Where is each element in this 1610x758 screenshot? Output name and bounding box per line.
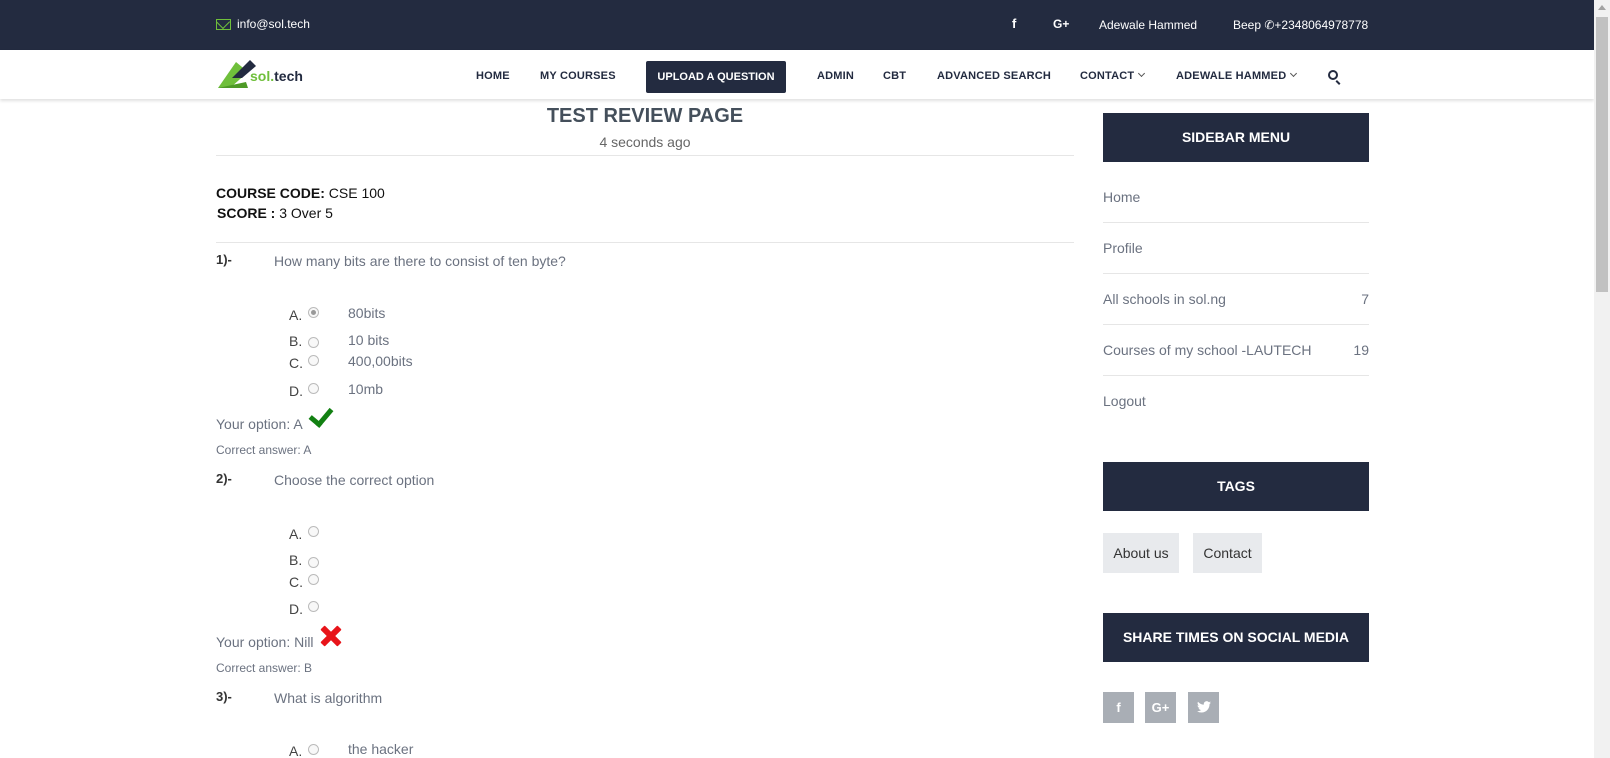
- course-code: COURSE CODE: CSE 100: [216, 185, 385, 201]
- nav-my-courses[interactable]: MY COURSES: [540, 70, 616, 82]
- page-title: TEST REVIEW PAGE: [546, 105, 744, 127]
- nav-admin[interactable]: ADMIN: [817, 70, 854, 82]
- question-number: 1)-: [216, 252, 232, 267]
- brand-name[interactable]: sol.tech: [250, 68, 303, 84]
- scroll-thumb[interactable]: [1596, 17, 1608, 292]
- question-text: Choose the correct option: [274, 472, 435, 488]
- nav-advanced-search[interactable]: ADVANCED SEARCH: [937, 70, 1051, 82]
- nav-home[interactable]: HOME: [476, 70, 510, 82]
- option-text: 80bits: [348, 305, 386, 321]
- scrollbar[interactable]: [1594, 0, 1610, 758]
- option-letter: A.: [289, 307, 303, 323]
- scroll-up-arrow-icon[interactable]: [1598, 5, 1606, 10]
- brand-suffix: tech: [274, 68, 303, 84]
- option-radio[interactable]: [308, 307, 319, 318]
- option-letter: D.: [289, 601, 303, 617]
- sidebar-item-my-school-courses[interactable]: Courses of my school -LAUTECH 19: [1103, 325, 1369, 376]
- correct-answer: Correct answer: B: [216, 661, 313, 675]
- cross-icon: [319, 624, 343, 648]
- course-code-value: CSE 100: [324, 185, 385, 201]
- upload-question-button[interactable]: UPLOAD A QUESTION: [646, 61, 786, 93]
- course-code-label: COURSE CODE:: [216, 185, 325, 201]
- checkmark-icon: [308, 402, 334, 428]
- sidebar-item-home[interactable]: Home: [1103, 172, 1369, 223]
- your-option: Your option: A: [216, 416, 303, 432]
- option-letter: A.: [289, 526, 303, 542]
- sidebar-item-label: Courses of my school -LAUTECH: [1103, 342, 1312, 358]
- sidebar-item-label: Logout: [1103, 393, 1146, 409]
- sidebar-item-label: Profile: [1103, 240, 1143, 256]
- correct-answer: Correct answer: A: [216, 443, 312, 457]
- sidebar-item-label: All schools in sol.ng: [1103, 291, 1226, 307]
- question-text: What is algorithm: [274, 690, 383, 706]
- count-badge: 19: [1353, 342, 1369, 358]
- topbar-phone: Beep ✆+2348064978778: [1233, 18, 1369, 32]
- question-number: 3)-: [216, 689, 232, 704]
- google-plus-icon[interactable]: G+: [1053, 17, 1069, 31]
- sidebar-item-profile[interactable]: Profile: [1103, 223, 1369, 274]
- option-text: the hacker: [348, 741, 414, 757]
- sidebar-item-label: Home: [1103, 189, 1141, 205]
- option-letter: C.: [289, 355, 303, 371]
- twitter-icon[interactable]: [1188, 692, 1219, 723]
- option-letter: D.: [289, 383, 303, 399]
- search-icon[interactable]: [1328, 70, 1338, 80]
- tag-contact[interactable]: Contact: [1193, 533, 1262, 573]
- option-text: 10mb: [348, 381, 384, 397]
- brand-prefix: sol.: [250, 68, 275, 84]
- tags-heading: TAGS: [1103, 462, 1369, 511]
- option-radio[interactable]: [308, 526, 319, 537]
- option-radio[interactable]: [308, 337, 319, 348]
- sidebar-item-all-schools[interactable]: All schools in sol.ng 7: [1103, 274, 1369, 325]
- nav-user-label: ADEWALE HAMMED: [1176, 70, 1287, 82]
- envelope-icon: [216, 18, 231, 30]
- contact-email[interactable]: info@sol.tech: [216, 17, 310, 31]
- option-radio[interactable]: [308, 574, 319, 585]
- nav-user-menu[interactable]: ADEWALE HAMMED: [1176, 69, 1298, 82]
- facebook-icon[interactable]: f: [1012, 16, 1016, 31]
- chevron-down-icon: [1138, 69, 1146, 78]
- chevron-down-icon: [1290, 69, 1298, 78]
- option-radio[interactable]: [308, 601, 319, 612]
- facebook-icon[interactable]: f: [1103, 692, 1134, 723]
- option-radio[interactable]: [308, 355, 319, 366]
- tag-about-us[interactable]: About us: [1103, 533, 1179, 573]
- nav-contact[interactable]: CONTACT: [1080, 69, 1146, 82]
- divider: [216, 155, 1074, 156]
- top-bar: info@sol.tech f G+ Adewale Hammed Beep ✆…: [0, 0, 1594, 50]
- divider: [216, 242, 1074, 243]
- question-text: How many bits are there to consist of te…: [274, 253, 566, 269]
- score-label: SCORE :: [217, 205, 276, 221]
- google-plus-icon[interactable]: G+: [1145, 692, 1176, 723]
- option-radio[interactable]: [308, 557, 319, 568]
- option-text: 10 bits: [348, 332, 390, 348]
- email-text: info@sol.tech: [237, 17, 310, 31]
- score: SCORE : 3 Over 5: [217, 205, 333, 221]
- sidebar-item-logout[interactable]: Logout: [1103, 376, 1369, 427]
- nav-cbt[interactable]: CBT: [883, 70, 906, 82]
- option-letter: B.: [289, 552, 303, 568]
- option-text: 400,00bits: [348, 353, 413, 369]
- option-letter: A.: [289, 743, 303, 758]
- main-navbar: sol.tech HOME MY COURSES UPLOAD A QUESTI…: [0, 50, 1594, 99]
- nav-contact-label: CONTACT: [1080, 70, 1135, 82]
- option-letter: C.: [289, 574, 303, 590]
- option-radio[interactable]: [308, 383, 319, 394]
- page-timestamp: 4 seconds ago: [599, 134, 691, 150]
- option-radio[interactable]: [308, 744, 319, 755]
- share-heading: SHARE TIMES ON SOCIAL MEDIA: [1103, 613, 1369, 662]
- option-letter: B.: [289, 333, 303, 349]
- your-option: Your option: Nill: [216, 634, 314, 650]
- question-number: 2)-: [216, 471, 232, 486]
- score-value: 3 Over 5: [275, 205, 333, 221]
- topbar-user-name[interactable]: Adewale Hammed: [1099, 18, 1197, 32]
- sidebar-menu-heading: SIDEBAR MENU: [1103, 113, 1369, 162]
- count-badge: 7: [1361, 291, 1369, 307]
- page: info@sol.tech f G+ Adewale Hammed Beep ✆…: [0, 0, 1610, 758]
